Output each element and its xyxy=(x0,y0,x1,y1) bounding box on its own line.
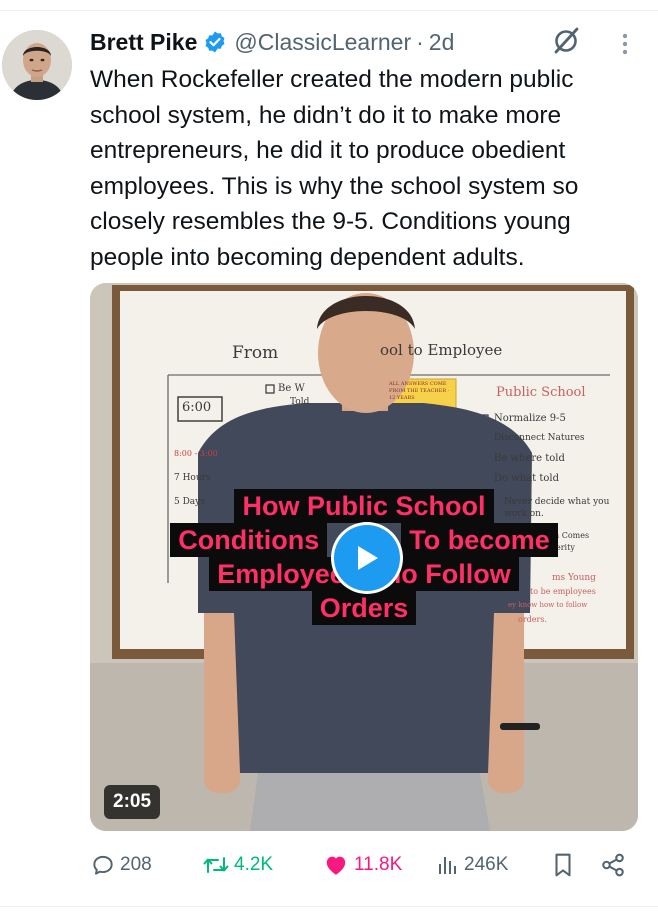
post-header: Brett Pike @ClassicLearner · 2d xyxy=(90,24,454,60)
post-text: When Rockefeller created the modern publ… xyxy=(90,66,579,271)
bookmark-button[interactable] xyxy=(552,848,578,882)
video-caption-row-4: Orders xyxy=(90,591,638,625)
verified-badge-icon xyxy=(205,31,225,53)
whiteboard-note-7hours: 7 Hours xyxy=(174,473,211,483)
post-time[interactable]: 2d xyxy=(429,29,455,56)
author-name[interactable]: Brett Pike xyxy=(90,29,197,56)
video-duration: 2:05 xyxy=(104,785,161,819)
caption-line-2: Conditions xyxy=(170,523,328,557)
like-icon xyxy=(326,856,346,875)
reply-icon xyxy=(93,855,113,875)
repost-button[interactable]: 4.2K xyxy=(202,848,273,882)
author-handle[interactable]: @ClassicLearner xyxy=(234,29,411,56)
video-caption: How Public School xyxy=(90,489,638,523)
caption-line-4: Employee xyxy=(209,557,353,591)
share-button[interactable] xyxy=(600,848,630,882)
bookmark-icon xyxy=(555,853,571,877)
bottom-divider xyxy=(0,906,658,907)
avatar[interactable] xyxy=(2,30,72,100)
reply-count: 208 xyxy=(120,854,152,875)
separator-dot: · xyxy=(416,28,424,55)
more-icon[interactable] xyxy=(615,32,635,56)
top-divider xyxy=(0,10,658,11)
reply-button[interactable]: 208 xyxy=(90,848,152,882)
share-icon xyxy=(602,853,624,877)
caption-line-1: How Public School xyxy=(234,489,494,523)
repost-count: 4.2K xyxy=(234,854,274,875)
checklist-item-3: Be where told xyxy=(494,453,565,464)
grok-icon[interactable] xyxy=(551,26,581,56)
sticky-note-text: ALL ANSWERS COME FROM THE TEACHER · 12 Y… xyxy=(389,381,450,401)
whiteboard-item-told: Told xyxy=(290,397,310,407)
checklist-item-4: Do what told xyxy=(494,473,560,484)
views-count: 246K xyxy=(464,854,509,875)
action-bar: 208 4.2K 11.8K 246K xyxy=(90,848,650,882)
like-count: 11.8K xyxy=(354,854,403,875)
play-button[interactable] xyxy=(334,525,400,591)
whiteboard-time: 6:00 xyxy=(182,400,212,415)
repost-icon xyxy=(203,857,229,873)
play-icon xyxy=(358,546,378,570)
views-icon xyxy=(439,857,456,874)
whiteboard-item-be: Be W xyxy=(278,383,305,394)
views-button[interactable]: 246K xyxy=(436,848,508,882)
checklist-item-2: Disconnect Natures xyxy=(494,433,585,443)
like-button[interactable]: 11.8K xyxy=(322,848,402,882)
caption-line-6: Orders xyxy=(311,591,417,625)
video-player[interactable]: From ool to Employee 6:00 8:00 - 3:00 7 … xyxy=(90,283,638,831)
whiteboard-public-school: Public School xyxy=(496,385,586,400)
whiteboard-title-left: From xyxy=(232,343,279,363)
caption-line-3: To become xyxy=(401,523,558,557)
whiteboard-title-right: ool to Employee xyxy=(380,341,503,359)
checklist-item-1: Normalize 9-5 xyxy=(494,413,566,424)
whiteboard-note-hours: 8:00 - 3:00 xyxy=(174,449,218,458)
